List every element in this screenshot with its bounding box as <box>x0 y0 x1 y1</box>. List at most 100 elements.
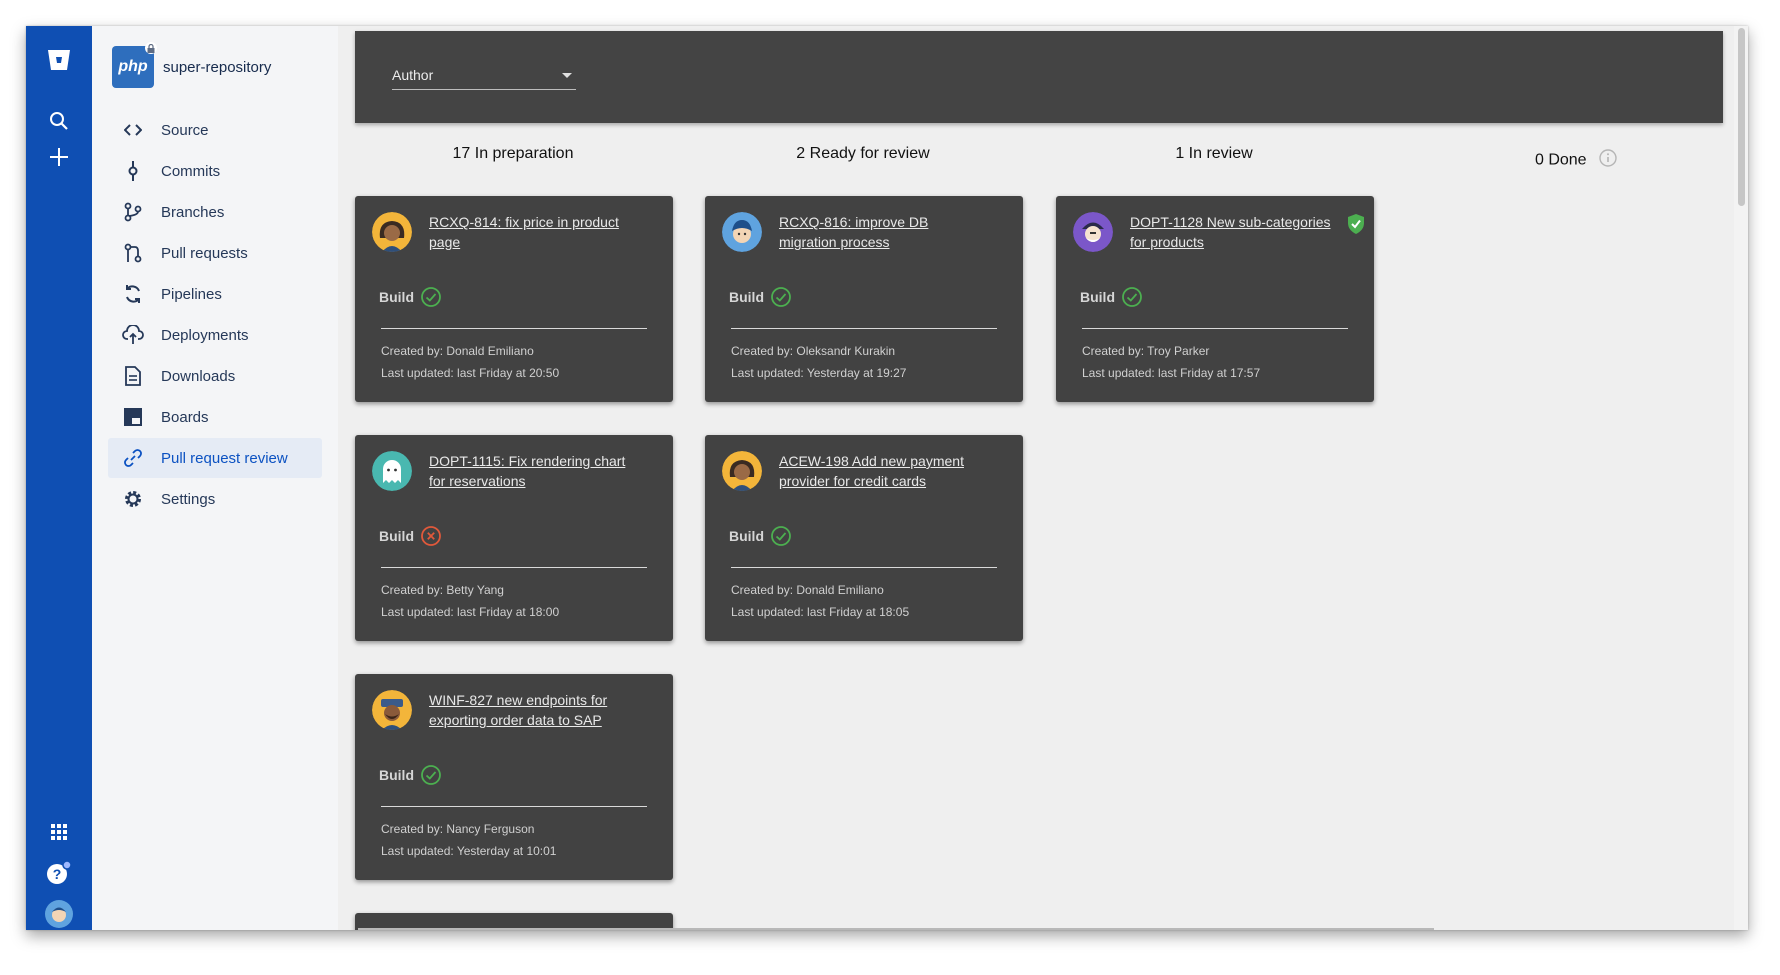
card-divider <box>381 567 647 568</box>
bitbucket-logo-icon[interactable] <box>26 40 92 80</box>
author-filter-label: Author <box>392 67 434 83</box>
author-avatar <box>372 690 412 730</box>
pull-request-card[interactable]: DOPT-1115: Fix rendering chart for reser… <box>355 435 673 641</box>
pull-request-title-link[interactable]: WINF-827 new endpoints for exporting ord… <box>429 690 639 730</box>
build-status: Build <box>379 286 442 308</box>
sidebar-item-pull-request-review[interactable]: Pull request review <box>108 438 322 478</box>
sidebar-item-settings[interactable]: Settings <box>108 479 322 519</box>
sidebar-item-deployments[interactable]: Deployments <box>108 315 322 355</box>
author-avatar <box>1073 212 1113 252</box>
last-updated: Last updated: Yesterday at 19:27 <box>731 366 907 380</box>
last-updated: Last updated: last Friday at 18:05 <box>731 605 910 619</box>
check-circle-icon <box>770 525 792 547</box>
check-circle-icon <box>1121 286 1143 308</box>
sidebar-item-label: Pipelines <box>161 285 222 303</box>
commit-icon <box>122 160 144 182</box>
sidebar-item-boards[interactable]: Boards <box>108 397 322 437</box>
sidebar-item-label: Pull request review <box>161 449 288 467</box>
created-by: Created by: Troy Parker <box>1082 344 1210 358</box>
branch-icon <box>122 201 144 223</box>
build-status: Build <box>1080 286 1143 308</box>
lock-icon <box>145 42 157 54</box>
author-avatar <box>372 212 412 252</box>
sidebar-item-branches[interactable]: Branches <box>108 192 322 232</box>
sidebar-item-label: Deployments <box>161 326 249 344</box>
build-label: Build <box>729 289 764 305</box>
info-icon[interactable] <box>1599 149 1617 172</box>
sidebar-item-pipelines[interactable]: Pipelines <box>108 274 322 314</box>
sidebar-item-label: Branches <box>161 203 225 221</box>
check-circle-icon <box>770 286 792 308</box>
sidebar-nav: Source Commits Branches Pull requests Pi… <box>108 110 322 520</box>
pull-request-title-link[interactable]: DOPT-1115: Fix rendering chart for reser… <box>429 451 639 491</box>
vertical-scrollbar[interactable] <box>1734 26 1748 930</box>
build-status: Build <box>729 286 792 308</box>
sidebar-item-downloads[interactable]: Downloads <box>108 356 322 396</box>
created-by: Created by: Nancy Ferguson <box>381 822 535 836</box>
board-area: Author 17 In preparation 2 Ready for rev… <box>338 26 1748 930</box>
build-label: Build <box>379 767 414 783</box>
sidebar-item-label: Settings <box>161 490 216 508</box>
author-filter-select[interactable]: Author <box>392 61 576 90</box>
column-header-in-review: 1 In review <box>1175 145 1253 162</box>
horizontal-scrollbar[interactable] <box>358 928 1434 930</box>
pull-request-card[interactable]: WINF-827 new endpoints for exporting ord… <box>355 674 673 880</box>
sidebar-item-label: Downloads <box>161 367 236 385</box>
project-sidebar: php super-repository Source Commits Bran… <box>92 26 338 930</box>
pull-request-card[interactable]: RCXQ-814: fix price in product page Buil… <box>355 196 673 402</box>
card-divider <box>381 806 647 807</box>
last-updated: Last updated: Yesterday at 10:01 <box>381 844 557 858</box>
pull-request-title-link[interactable]: RCXQ-816: improve DB migration process <box>779 212 989 252</box>
pull-request-title-link[interactable]: DOPT-1128 New sub-categories for product… <box>1130 212 1340 252</box>
column-header-in-preparation: 17 In preparation <box>452 145 574 162</box>
sidebar-item-source[interactable]: Source <box>108 110 322 150</box>
author-avatar <box>722 212 762 252</box>
board-icon <box>122 406 144 428</box>
pull-request-title-link[interactable]: RCXQ-814: fix price in product page <box>429 212 639 252</box>
created-by: Created by: Donald Emiliano <box>731 583 884 597</box>
repository-header[interactable]: php super-repository <box>112 42 272 88</box>
repository-logo: php <box>112 42 157 88</box>
approved-shield-icon <box>1346 213 1366 240</box>
pull-request-icon <box>122 242 144 264</box>
column-header-done-label: 0 Done <box>1534 151 1587 169</box>
created-by: Created by: Oleksandr Kurakin <box>731 344 896 358</box>
cloud-upload-icon <box>122 324 144 346</box>
column-header-done: 0 Done <box>1418 149 1734 172</box>
repository-name: super-repository <box>163 58 272 76</box>
gear-icon <box>122 488 144 510</box>
build-status: Build <box>379 764 442 786</box>
pipelines-icon <box>122 283 144 305</box>
help-icon[interactable]: ? <box>26 853 92 893</box>
created-by: Created by: Betty Yang <box>381 583 504 597</box>
last-updated: Last updated: last Friday at 20:50 <box>381 366 560 380</box>
build-label: Build <box>379 528 414 544</box>
svg-text:?: ? <box>53 866 62 882</box>
build-label: Build <box>379 289 414 305</box>
card-divider <box>381 328 647 329</box>
last-updated: Last updated: last Friday at 17:57 <box>1082 366 1261 380</box>
pull-request-title-link[interactable]: ACEW-198 Add new payment provider for cr… <box>779 451 989 491</box>
filter-bar: Author <box>355 31 1723 123</box>
pull-request-card[interactable]: DOPT-1128 New sub-categories for product… <box>1056 196 1374 402</box>
file-icon <box>122 365 144 387</box>
apps-grid-icon[interactable] <box>26 812 92 852</box>
code-icon <box>122 119 144 141</box>
check-circle-icon <box>420 286 442 308</box>
link-icon <box>122 447 144 469</box>
sidebar-item-pull-requests[interactable]: Pull requests <box>108 233 322 273</box>
sidebar-item-label: Source <box>161 121 209 139</box>
error-circle-icon <box>420 525 442 547</box>
scrollbar-thumb[interactable] <box>1738 28 1745 206</box>
sidebar-item-commits[interactable]: Commits <box>108 151 322 191</box>
card-divider <box>1082 328 1348 329</box>
user-avatar-icon[interactable] <box>26 894 92 930</box>
plus-icon[interactable] <box>26 137 92 177</box>
card-divider <box>731 328 997 329</box>
search-icon[interactable] <box>26 101 92 141</box>
check-circle-icon <box>420 764 442 786</box>
pull-request-card[interactable]: RCXQ-816: improve DB migration process B… <box>705 196 1023 402</box>
sidebar-item-label: Pull requests <box>161 244 248 262</box>
pull-request-card[interactable]: ACEW-198 Add new payment provider for cr… <box>705 435 1023 641</box>
author-avatar <box>372 451 412 491</box>
